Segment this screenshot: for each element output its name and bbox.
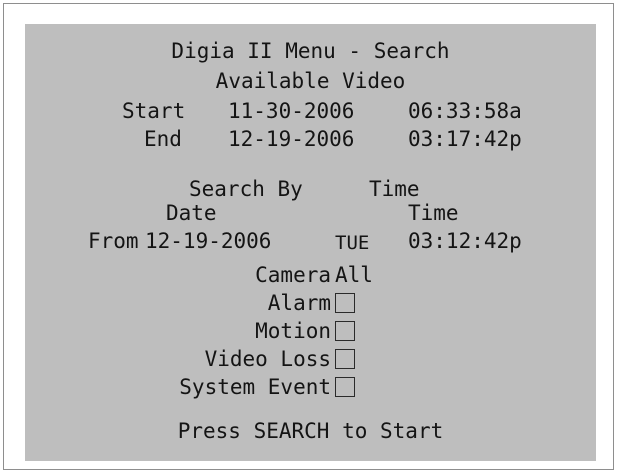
dvr-menu-frame: Digia II Menu - Search Available Video S…: [3, 3, 614, 470]
time-column-header: Time: [408, 201, 459, 225]
alarm-label: Alarm: [267, 291, 331, 315]
system-event-checkbox[interactable]: [335, 377, 355, 397]
search-by-value[interactable]: Time: [369, 179, 420, 200]
menu-title: Digia II Menu - Search: [171, 39, 450, 63]
video-loss-label: Video Loss: [204, 347, 331, 371]
search-instruction: Press SEARCH to Start: [177, 419, 444, 443]
date-column-header: Date: [166, 201, 217, 225]
from-date[interactable]: 12-19-2006: [145, 231, 271, 252]
available-video-heading: Available Video: [215, 69, 406, 93]
motion-label: Motion: [255, 319, 331, 343]
from-day: TUE: [335, 232, 370, 254]
from-label: From: [88, 229, 139, 253]
from-time[interactable]: 03:12:42p: [408, 231, 522, 252]
start-label: Start: [122, 99, 186, 123]
start-time: 06:33:58a: [408, 99, 522, 123]
end-date: 12-19-2006: [228, 127, 355, 151]
search-by-label: Search By: [189, 177, 303, 201]
camera-value[interactable]: All: [335, 265, 373, 286]
end-time: 03:17:42p: [408, 127, 522, 151]
dvr-menu-screen: Digia II Menu - Search Available Video S…: [25, 24, 596, 461]
camera-label: Camera: [255, 263, 331, 287]
system-event-label: System Event: [179, 375, 331, 399]
end-label: End: [144, 127, 182, 151]
motion-checkbox[interactable]: [335, 321, 355, 341]
alarm-checkbox[interactable]: [335, 293, 355, 313]
video-loss-checkbox[interactable]: [335, 349, 355, 369]
start-date: 11-30-2006: [228, 99, 355, 123]
